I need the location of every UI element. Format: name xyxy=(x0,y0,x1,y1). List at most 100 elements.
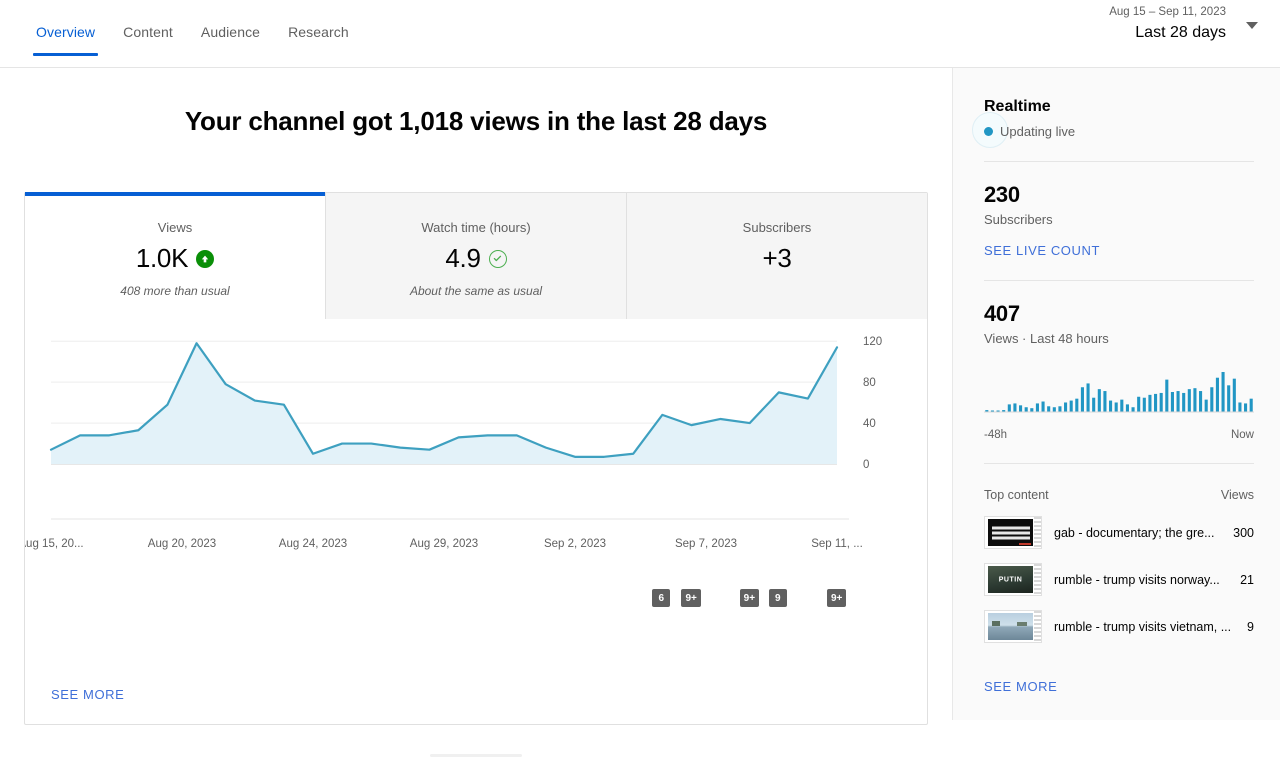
video-count-badge[interactable]: 6 xyxy=(652,589,671,607)
sparkline-bar xyxy=(1204,399,1208,412)
top-content-col-views: Views xyxy=(1220,488,1254,502)
date-range-text: Aug 15 – Sep 11, 2023 Last 28 days xyxy=(1109,4,1266,44)
sparkline-bar xyxy=(1007,404,1011,412)
sparkline-bar xyxy=(1069,400,1073,412)
tab-research-label: Research xyxy=(288,24,349,40)
sparkline-bar xyxy=(1142,397,1146,412)
realtime-views-sparkline[interactable]: -48h Now xyxy=(984,368,1254,441)
metric-tile-watch-time[interactable]: Watch time (hours) 4.9 About the same as… xyxy=(326,193,627,319)
svg-text:Aug 20, 2023: Aug 20, 2023 xyxy=(148,538,216,550)
realtime-views-block: 407 Views · Last 48 hours -48h Now xyxy=(984,281,1254,441)
tab-audience-label: Audience xyxy=(200,24,261,40)
sparkline-bar xyxy=(1137,396,1141,412)
page-content: Your channel got 1,018 views in the last… xyxy=(0,68,1280,757)
sparkline-axis-start: -48h xyxy=(984,429,1008,441)
sparkline-bar xyxy=(1047,406,1051,412)
sparkline-bar xyxy=(1199,391,1203,412)
top-content-title-1: gab - documentary; the gre... xyxy=(1054,525,1215,540)
tab-content[interactable]: Content xyxy=(109,18,187,56)
svg-text:Sep 11, ...: Sep 11, ... xyxy=(811,538,863,550)
youtube-studio-analytics-page: Overview Content Audience Research Aug 1… xyxy=(0,0,1280,757)
top-content-row-1[interactable]: gab - documentary; the gre... 300 xyxy=(984,516,1254,549)
sparkline-bar xyxy=(1097,389,1101,412)
top-content-row-3[interactable]: rumble - trump visits vietnam, ... 9 xyxy=(984,610,1254,643)
realtime-subscribers-count: 230 xyxy=(984,182,1020,207)
sparkline-bar xyxy=(1232,378,1236,412)
svg-text:120: 120 xyxy=(863,336,882,348)
top-content-views-2: 21 xyxy=(1240,572,1254,587)
realtime-live-label: Updating live xyxy=(1000,124,1076,139)
sparkline-bar xyxy=(1086,383,1090,412)
video-count-badge[interactable]: 9+ xyxy=(681,589,701,607)
sparkline-bar xyxy=(1187,389,1191,412)
tab-audience[interactable]: Audience xyxy=(187,18,274,56)
tab-content-label: Content xyxy=(123,24,173,40)
sparkline-bar xyxy=(1227,385,1231,412)
sparkline-bar xyxy=(1019,405,1023,412)
sparkline-bar xyxy=(1035,403,1039,412)
date-range-selector[interactable]: Aug 15 – Sep 11, 2023 Last 28 days xyxy=(1109,4,1266,44)
sparkline-bar xyxy=(1165,379,1169,412)
sparkline-bar xyxy=(1030,408,1034,412)
svg-text:Sep 7, 2023: Sep 7, 2023 xyxy=(675,538,737,550)
sparkline-bar xyxy=(1041,401,1045,412)
sparkline-bar xyxy=(1182,392,1186,412)
metric-views-note: 408 more than usual xyxy=(120,284,230,298)
see-live-count-link[interactable]: SEE LIVE COUNT xyxy=(984,243,1254,258)
svg-text:Aug 29, 2023: Aug 29, 2023 xyxy=(410,538,478,550)
sparkline-bar xyxy=(1080,387,1084,412)
metric-subscribers-value-row: +3 xyxy=(627,243,927,274)
metric-views-label: Views xyxy=(157,220,193,235)
top-content-views-3: 9 xyxy=(1247,619,1254,634)
sparkline-bar xyxy=(1238,402,1242,412)
tab-overview-label: Overview xyxy=(36,24,96,40)
sparkline-bar xyxy=(1221,372,1225,412)
svg-text:Sep 2, 2023: Sep 2, 2023 xyxy=(544,538,606,550)
svg-text:80: 80 xyxy=(863,377,876,389)
video-count-badge[interactable]: 9+ xyxy=(827,589,847,607)
overview-card: Views 1.0K 408 more than usual Watch tim… xyxy=(24,192,928,725)
svg-text:Aug 15, 20...: Aug 15, 20... xyxy=(25,538,84,550)
video-count-badge[interactable]: 9+ xyxy=(739,589,760,607)
tab-overview[interactable]: Overview xyxy=(22,18,109,56)
video-thumbnail-1 xyxy=(984,516,1042,549)
video-count-badge[interactable]: 9 xyxy=(768,589,787,607)
top-content-title-3: rumble - trump visits vietnam, ... xyxy=(1054,619,1232,634)
top-content-row-2[interactable]: PUTIN rumble - trump visits norway... 21 xyxy=(984,563,1254,596)
top-content-header: Top content Views xyxy=(984,488,1254,502)
sparkline-bar xyxy=(1131,407,1135,412)
realtime-divider-3 xyxy=(984,463,1254,464)
sparkline-bar xyxy=(1120,399,1124,412)
sparkline-bar xyxy=(1092,397,1096,412)
metric-tile-views[interactable]: Views 1.0K 408 more than usual xyxy=(25,192,326,319)
sparkline-bar xyxy=(1244,403,1248,412)
metric-watch-time-label: Watch time (hours) xyxy=(421,220,531,235)
top-content-title-2: rumble - trump visits norway... xyxy=(1054,572,1220,587)
video-publish-markers: 6 9+ 9+ 9 9+ xyxy=(25,589,929,609)
metric-subscribers-value: +3 xyxy=(762,243,792,273)
sparkline-bar xyxy=(1193,388,1197,412)
chevron-down-icon[interactable] xyxy=(1246,22,1258,29)
top-content-see-more-link[interactable]: SEE MORE xyxy=(984,679,1254,694)
sparkline-bar xyxy=(1159,392,1163,412)
tab-research[interactable]: Research xyxy=(274,18,363,56)
realtime-panel: Realtime Updating live 230 Subscribers S… xyxy=(952,68,1280,720)
date-range-span: Aug 15 – Sep 11, 2023 xyxy=(1109,6,1226,18)
sparkline-bar xyxy=(1125,404,1129,412)
arrow-up-circle-icon xyxy=(196,249,215,268)
top-content-col-title: Top content xyxy=(984,488,1049,502)
metric-tile-subscribers[interactable]: Subscribers +3 xyxy=(627,193,927,319)
metric-views-value-row: 1.0K xyxy=(25,243,325,274)
main-column: Your channel got 1,018 views in the last… xyxy=(0,68,952,757)
sparkline-bar xyxy=(1013,403,1017,412)
svg-text:Aug 24, 2023: Aug 24, 2023 xyxy=(279,538,347,550)
video-thumbnail-2: PUTIN xyxy=(984,563,1042,596)
sparkline-bar xyxy=(1148,394,1152,412)
sparkline-axis-end: Now xyxy=(1230,429,1254,441)
page-header: Overview Content Audience Research Aug 1… xyxy=(0,0,1280,68)
top-content-views-1: 300 xyxy=(1233,525,1254,540)
see-more-overview-link[interactable]: SEE MORE xyxy=(51,687,124,702)
metric-views-value: 1.0K xyxy=(135,243,189,273)
realtime-subscribers-block: 230 Subscribers SEE LIVE COUNT xyxy=(984,162,1254,258)
sparkline-bar xyxy=(1170,392,1174,412)
